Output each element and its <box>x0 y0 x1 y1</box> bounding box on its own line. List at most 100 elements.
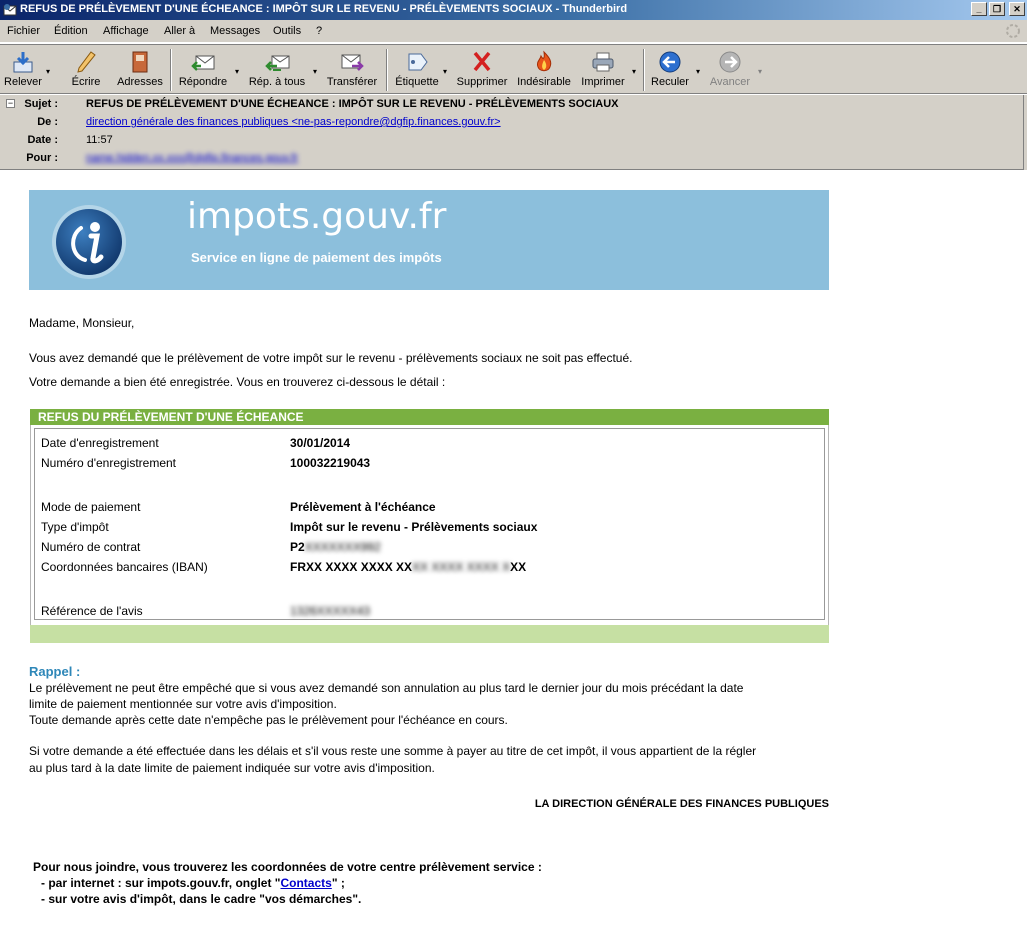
menu-messages[interactable]: Messages <box>210 25 260 37</box>
junk-button[interactable]: Indésirable <box>515 48 573 92</box>
field-label: Numéro d'enregistrement <box>41 456 177 470</box>
contact-line-internet: - par internet : sur impots.gouv.fr, ong… <box>41 876 345 890</box>
address-book-label: Adresses <box>117 76 163 88</box>
details-box: Date d'enregistrement 30/01/2014 Numéro … <box>30 425 829 625</box>
field-value: Prélèvement à l'échéance <box>290 500 436 514</box>
field-label: Numéro de contrat <box>41 540 141 554</box>
back-button[interactable]: Reculer <box>648 48 692 92</box>
toolbar-separator <box>386 49 388 91</box>
menu-affichage[interactable]: Affichage <box>103 25 149 37</box>
back-arrow-icon <box>659 51 681 73</box>
field-value: Impôt sur le revenu - Prélèvements socia… <box>290 520 538 534</box>
contact-line-internet-post: " ; <box>331 876 345 890</box>
tag-button[interactable]: Étiquette <box>392 48 442 92</box>
print-label: Imprimer <box>581 76 625 88</box>
tag-dropdown[interactable]: ▾ <box>443 67 447 76</box>
contract-prefix: P2 <box>290 540 305 554</box>
field-row: Numéro d'enregistrement 100032219043 <box>41 456 821 472</box>
rappel-text-2: limite de paiement mentionnée sur votre … <box>29 697 337 711</box>
from-address-link[interactable]: direction générale des finances publique… <box>86 116 501 128</box>
write-button[interactable]: Écrire <box>66 48 106 92</box>
minimize-button[interactable]: _ <box>971 2 987 16</box>
window-title-bar[interactable]: REFUS DE PRÉLÈVEMENT D'UNE ÉCHEANCE : IM… <box>0 0 1027 20</box>
reply-icon <box>191 55 215 71</box>
write-label: Écrire <box>71 76 101 88</box>
forward-button[interactable]: Transférer <box>324 48 380 92</box>
activity-throbber-icon <box>1006 24 1020 38</box>
contacts-link[interactable]: Contacts <box>280 876 331 890</box>
impots-logo-icon <box>52 205 126 279</box>
menu-bar: Fichier Édition Affichage Aller à Messag… <box>0 20 1027 43</box>
close-button[interactable]: ✕ <box>1009 2 1025 16</box>
print-button[interactable]: Imprimer <box>578 48 628 92</box>
toolbar-separator <box>170 49 172 91</box>
window-title: REFUS DE PRÉLÈVEMENT D'UNE ÉCHEANCE : IM… <box>20 3 628 15</box>
junk-label: Indésirable <box>517 76 571 88</box>
to-address-link[interactable]: name.hidden.xx.xxx@dgfip.finances.gouv.f… <box>86 152 298 164</box>
field-row: Mode de paiement Prélèvement à l'échéanc… <box>41 500 821 516</box>
impots-brand: impots.gouv.fr <box>187 196 447 237</box>
forward-arrow-icon <box>719 51 741 73</box>
field-label: Mode de paiement <box>41 500 141 514</box>
menu-help[interactable]: ? <box>316 25 322 37</box>
message-header-pane: − Sujet : REFUS DE PRÉLÈVEMENT D'UNE ÉCH… <box>0 95 1023 170</box>
header-subject-row: Sujet : REFUS DE PRÉLÈVEMENT D'UNE ÉCHEA… <box>0 98 1000 116</box>
delete-label: Supprimer <box>456 76 508 88</box>
get-mail-button[interactable]: Relever <box>2 48 44 92</box>
back-dropdown[interactable]: ▾ <box>696 67 700 76</box>
signature: LA DIRECTION GÉNÉRALE DES FINANCES PUBLI… <box>534 798 829 810</box>
tag-label: Étiquette <box>395 76 439 88</box>
from-label: De : <box>37 116 58 128</box>
field-label: Type d'impôt <box>41 520 109 534</box>
details-box-title: REFUS DU PRÉLÈVEMENT D'UNE ÉCHEANCE <box>30 409 829 425</box>
contract-redacted: XXXXXXX992 <box>304 540 381 554</box>
reply-all-button[interactable]: Rép. à tous <box>246 48 308 92</box>
details-box-footer <box>30 625 829 643</box>
header-to-row: Pour : name.hidden.xx.xxx@dgfip.finances… <box>0 152 1000 170</box>
message-body: impots.gouv.fr Service en ligne de paiem… <box>0 171 1027 928</box>
forward-nav-button[interactable]: Avancer <box>706 48 754 92</box>
header-date-row: Date : 11:57 <box>0 134 1000 152</box>
field-label: Référence de l'avis <box>41 604 143 618</box>
menu-outils[interactable]: Outils <box>273 25 301 37</box>
contact-line-avis: - sur votre avis d'impôt, dans le cadre … <box>41 892 362 906</box>
iban-suffix: XX <box>510 560 527 574</box>
date-value: 11:57 <box>86 134 113 146</box>
menu-aller-a[interactable]: Aller à <box>164 25 195 37</box>
reply-all-label: Rép. à tous <box>248 76 306 88</box>
get-mail-label: Relever <box>4 76 42 88</box>
forward-nav-dropdown[interactable]: ▾ <box>758 67 762 76</box>
address-book-button[interactable]: Adresses <box>114 48 166 92</box>
rappel-title: Rappel : <box>29 664 81 679</box>
reply-dropdown[interactable]: ▾ <box>235 67 239 76</box>
print-dropdown[interactable]: ▾ <box>632 67 636 76</box>
thunderbird-icon <box>3 4 17 16</box>
tag-icon <box>408 53 428 71</box>
pencil-icon <box>77 51 96 73</box>
menu-edition[interactable]: Édition <box>54 25 88 37</box>
iban-redacted: XX XXXX XXXX X <box>412 560 511 574</box>
greeting: Madame, Monsieur, <box>29 316 135 330</box>
rappel-text-4: Si votre demande a été effectuée dans le… <box>29 744 757 758</box>
forward-nav-label: Avancer <box>709 76 751 88</box>
delete-button[interactable]: Supprimer <box>456 48 508 92</box>
intro-paragraph: Vous avez demandé que le prélèvement de … <box>29 351 633 365</box>
reply-label: Répondre <box>178 76 228 88</box>
field-row: Coordonnées bancaires (IBAN) FRXX XXXX X… <box>41 560 821 576</box>
subject-label: Sujet : <box>24 98 58 110</box>
rappel-text-3: Toute demande après cette date n'empêche… <box>29 713 508 727</box>
field-row: Référence de l'avis 1326XXXXX43 <box>41 604 821 620</box>
impots-tagline: Service en ligne de paiement des impôts <box>191 250 442 265</box>
reply-all-dropdown[interactable]: ▾ <box>313 67 317 76</box>
restore-button[interactable]: ❐ <box>989 2 1005 16</box>
get-mail-dropdown[interactable]: ▾ <box>46 67 50 76</box>
menu-fichier[interactable]: Fichier <box>7 25 40 37</box>
subject-value: REFUS DE PRÉLÈVEMENT D'UNE ÉCHEANCE : IM… <box>86 98 619 110</box>
reply-button[interactable]: Répondre <box>176 48 230 92</box>
back-label: Reculer <box>651 76 689 88</box>
to-label: Pour : <box>26 152 58 164</box>
header-scrollbar[interactable] <box>1023 95 1027 170</box>
main-toolbar: Relever ▾ Écrire Adresses Répondre ▾ Rép… <box>0 44 1027 94</box>
reply-all-icon <box>265 55 290 71</box>
field-label: Date d'enregistrement <box>41 436 159 450</box>
